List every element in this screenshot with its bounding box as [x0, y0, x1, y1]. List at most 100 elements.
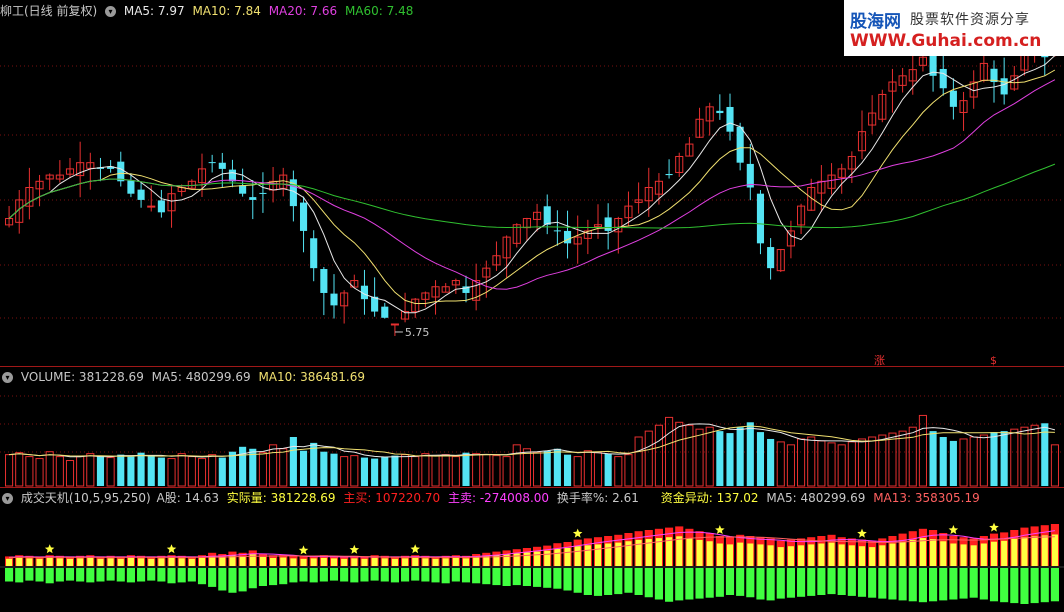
buy-inner-bar	[544, 550, 551, 566]
volume-bar	[898, 430, 907, 487]
buy-inner-bar	[198, 557, 206, 566]
sell-bar	[45, 568, 54, 584]
buy-inner-bar	[290, 558, 297, 566]
candle-body	[218, 162, 226, 169]
volume-bar	[127, 456, 135, 486]
candle-body	[320, 269, 328, 293]
volume-bar	[695, 428, 704, 487]
sell-bar	[797, 568, 806, 597]
logo-name: 股海网	[850, 12, 901, 32]
sell-bar	[157, 568, 166, 582]
sell-bar	[543, 568, 552, 588]
volume-ma5-line	[9, 423, 1056, 458]
sell-bar	[258, 568, 267, 586]
sell-bar	[807, 568, 816, 596]
buy-inner-bar	[66, 558, 74, 566]
sell-bar	[76, 568, 85, 582]
sell-bar	[390, 568, 399, 583]
buy-inner-bar	[696, 539, 703, 566]
volume-bar	[310, 442, 318, 486]
buy-inner-bar	[666, 537, 673, 566]
buy-inner-bar	[87, 557, 94, 566]
candle-body	[665, 173, 673, 176]
divider-main-volume	[0, 366, 1064, 367]
candle-body	[736, 126, 744, 163]
candle-body	[767, 247, 775, 269]
sell-bar	[35, 568, 44, 582]
volume-bar	[563, 454, 572, 486]
candle-body	[310, 238, 318, 269]
a-share-label: A股: 14.63	[156, 491, 219, 505]
sell-bar	[55, 568, 64, 582]
sell-bar	[319, 568, 328, 582]
sell-bar	[279, 568, 288, 585]
sell-bar	[15, 568, 24, 583]
buy-inner-bar	[422, 558, 429, 566]
volume-bar	[76, 456, 85, 487]
volume-bar	[391, 455, 399, 486]
sell-bar	[573, 568, 582, 593]
chevron-down-icon[interactable]: ▾	[105, 6, 117, 17]
sell-bar	[269, 568, 278, 586]
volume-bar	[939, 437, 947, 486]
sell-bar	[512, 568, 521, 586]
volume-bar	[685, 424, 694, 487]
sell-bar	[614, 568, 623, 595]
sell-bar	[329, 568, 339, 581]
sell-bar	[685, 568, 694, 600]
buy-inner-bar	[869, 547, 876, 566]
volume-bar	[979, 434, 988, 487]
sell-bar	[86, 568, 95, 583]
sell-bar	[939, 568, 948, 601]
candle-body	[259, 192, 267, 194]
volume-bar	[716, 431, 724, 486]
sell-bar	[96, 568, 105, 582]
buy-inner-bar	[960, 544, 967, 566]
ma10-line	[8, 69, 1056, 304]
sell-bar	[137, 568, 146, 582]
buy-inner-bar	[432, 558, 439, 566]
volume-bar	[786, 444, 795, 487]
sell-bar	[461, 568, 471, 583]
logo-tagline: 股票软件资源分享	[910, 12, 1030, 28]
chevron-down-icon[interactable]: ▾	[2, 372, 13, 383]
buy-inner-bar	[320, 557, 327, 566]
buy-inner-bar	[1051, 534, 1058, 566]
volume-bar	[654, 424, 663, 487]
sell-bar	[766, 568, 775, 601]
volume-bar	[797, 438, 806, 487]
buy-inner-bar	[26, 558, 33, 566]
candle-body	[716, 110, 724, 114]
buy-inner-bar	[483, 556, 490, 566]
buy-inner-bar	[412, 557, 419, 566]
volume-bar	[969, 436, 978, 487]
main-header: 柳工(日线 前复权) ▾ MA5: 7.97 MA10: 7.84 MA20: …	[0, 2, 417, 20]
logo-watermark: 股海网 股票软件资源分享 WWW.Guhai.com.cn	[844, 0, 1064, 56]
buy-inner-bar	[808, 544, 815, 566]
sell-bar	[1050, 568, 1059, 602]
volume-bar	[1000, 431, 1008, 486]
volume-bar	[888, 432, 897, 487]
sell-bar	[705, 568, 714, 598]
volume-bar	[137, 452, 145, 486]
volume-bar	[35, 458, 44, 487]
volume-bar	[269, 444, 278, 487]
buy-inner-bar	[919, 538, 926, 566]
chevron-down-icon[interactable]: ▾	[2, 493, 13, 504]
buy-inner-bar	[1031, 536, 1038, 566]
sell-bar	[725, 568, 735, 595]
sell-bar	[340, 568, 349, 582]
sell-bar	[847, 568, 856, 596]
signal-star	[572, 528, 583, 538]
signal-star	[44, 544, 55, 554]
sell-bar	[857, 568, 867, 597]
volume-bar	[147, 455, 155, 486]
buy-inner-bar	[523, 552, 530, 566]
buy-inner-bar	[351, 558, 358, 566]
sell-bar	[918, 568, 927, 603]
capital-ma5-label: MA5: 480299.69	[766, 491, 866, 505]
volume-bar	[543, 450, 551, 486]
volume-bar	[55, 456, 64, 487]
buy-inner-bar	[757, 544, 764, 566]
volume-bar	[472, 453, 481, 487]
